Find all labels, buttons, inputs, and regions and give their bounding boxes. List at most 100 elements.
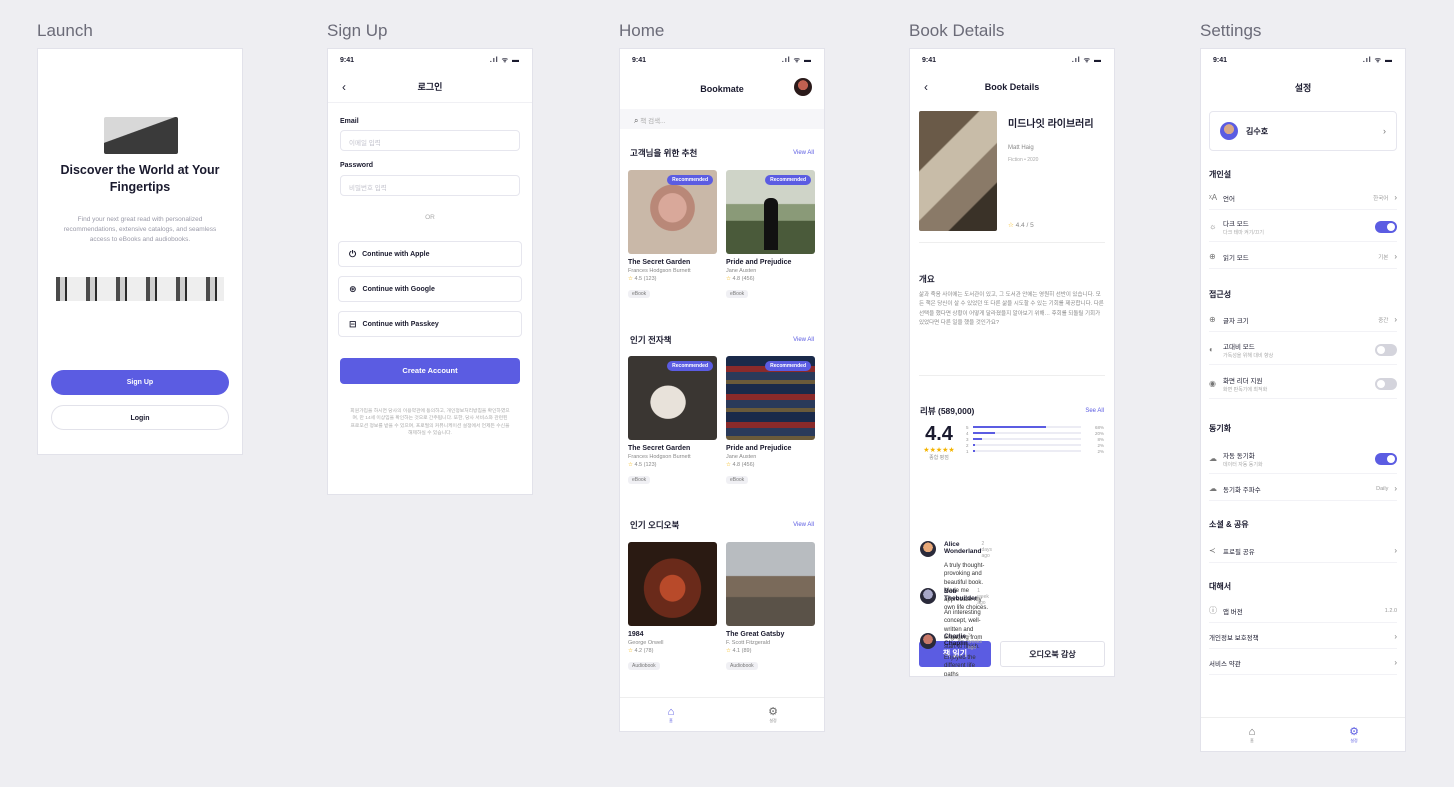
status-icons: .ıl ᯤ ▬: [781, 56, 812, 64]
signup-appbar: ‹ 로그인: [328, 71, 532, 103]
avg-label: 종합 평점: [929, 455, 949, 461]
language-row[interactable]: ᵡA 언어 한국어 ›: [1209, 186, 1397, 210]
terms-text: 회원가입을 하시면 당사의 이용약관에 동의하고, 개인정보처리방침을 확인하였…: [350, 409, 510, 437]
home-icon: ⌂: [1248, 725, 1256, 738]
stars-icon: ★★★★★: [923, 447, 955, 454]
settings-title: 설정: [1294, 82, 1312, 93]
format-chip: Audiobook: [726, 662, 758, 670]
book-card[interactable]: Recommended Pride and Prejudice Jane Aus…: [726, 170, 815, 300]
status-bar: 9:41 .ıl ᯤ ▬: [910, 49, 1114, 71]
book-cover: Recommended: [628, 170, 717, 254]
reviewer-name: Bob Thebuilder: [944, 588, 978, 602]
book-cover: [726, 542, 815, 626]
bottom-nav: ⌂ 홈 ⚙ 설정: [620, 697, 824, 731]
nav-settings[interactable]: ⚙ 설정: [1303, 718, 1405, 751]
dark-mode-toggle[interactable]: [1375, 220, 1397, 233]
status-time: 9:41: [340, 56, 355, 64]
section-about: 대해서: [1209, 582, 1232, 591]
book-author: Frances Hodgson Burnett: [628, 454, 691, 460]
avatar[interactable]: [794, 78, 812, 96]
view-all-link[interactable]: View All: [793, 522, 814, 528]
rating-text: 4.5 (123): [634, 276, 657, 282]
chevron-right-icon: ›: [1394, 658, 1397, 667]
contrast-toggle[interactable]: [1375, 343, 1397, 356]
search-input[interactable]: ⌕ 책 검색...: [620, 109, 824, 129]
email-label: Email: [340, 118, 359, 125]
view-all-link[interactable]: View All: [793, 150, 814, 156]
passkey-button[interactable]: ⊟ Continue with Passkey: [338, 311, 522, 337]
section-heading: 인기 전자책: [630, 335, 672, 345]
audiobook-button[interactable]: 오디오북 감상: [1000, 641, 1105, 667]
distribution-fill: [973, 450, 976, 452]
status-icons: .ıl ᯤ ▬: [1071, 56, 1102, 64]
row-value: 1.2.0: [1384, 607, 1397, 614]
reviewer-name: Alice Wonderland: [944, 541, 982, 555]
row-label: 글자 크기: [1223, 317, 1249, 325]
privacy-row[interactable]: 개인정보 보호정책 ›: [1209, 625, 1397, 649]
book-card[interactable]: Recommended The Secret Garden Frances Ho…: [628, 356, 717, 486]
details-title: Book Details: [984, 82, 1040, 92]
rating-text: 4.8 (456): [732, 462, 755, 468]
book-card[interactable]: Recommended Pride and Prejudice Jane Aus…: [726, 356, 815, 486]
distribution-pct: 20%: [1094, 430, 1104, 436]
book-author: George Orwell: [628, 640, 664, 646]
book-card[interactable]: The Great Gatsby F. Scott Fitzgerald ☆ 4…: [726, 542, 815, 672]
status-time: 9:41: [1213, 56, 1228, 64]
book-cover: Recommended: [726, 356, 815, 440]
terms-row[interactable]: 서비스 약관 ›: [1209, 651, 1397, 675]
eye-icon: ◉: [1209, 379, 1216, 388]
nav-home-label: 홈: [1250, 737, 1254, 743]
font-size-row[interactable]: ⊕ 글자 크기 중간 ›: [1209, 308, 1397, 332]
rating-text: 4.4 / 5: [1015, 222, 1034, 229]
create-account-button[interactable]: Create Account: [340, 358, 520, 384]
sync-frequency-row[interactable]: ☁ 동기화 주파수 Daily ›: [1209, 477, 1397, 501]
book-rating: ☆ 4.2 (78): [628, 648, 717, 654]
screen-reader-toggle[interactable]: [1375, 377, 1397, 390]
reading-mode-row[interactable]: ⊕ 읽기 모드 기본 ›: [1209, 245, 1397, 269]
hero-image: [104, 117, 178, 154]
signup-button[interactable]: Sign Up: [51, 370, 229, 395]
book-card[interactable]: 1984 George Orwell ☆ 4.2 (78) Audiobook: [628, 542, 717, 672]
search-placeholder: 책 검색...: [640, 118, 666, 125]
chevron-right-icon: ›: [1394, 252, 1397, 261]
star-icon: ☆: [726, 276, 731, 282]
auto-sync-toggle[interactable]: [1375, 452, 1397, 465]
view-all-link[interactable]: View All: [793, 337, 814, 343]
nav-home-label: 홈: [669, 717, 673, 723]
apple-button[interactable]: ⏻ Continue with Apple: [338, 241, 522, 267]
bookshelf-image: [56, 277, 224, 301]
book-rating: ☆ 4.8 (456): [726, 276, 815, 282]
overview-text: 삶과 죽음 사이에는 도서관이 있고, 그 도서관 안에는 영원히 선반이 있습…: [919, 292, 1104, 327]
profile-card[interactable]: 김수호 ›: [1209, 111, 1397, 151]
home-screen: 9:41 .ıl ᯤ ▬ Bookmate ⌕ 책 검색... 고객님을 위한 추…: [619, 48, 825, 732]
board-title-home: Home: [619, 21, 665, 40]
format-chip: eBook: [628, 476, 651, 484]
back-icon[interactable]: ‹: [924, 80, 928, 94]
launch-body: Find your next great read with personali…: [63, 216, 217, 243]
reviewer-name: Charlie Chaplin: [944, 633, 968, 647]
chevron-right-icon: ›: [1394, 484, 1397, 493]
google-button[interactable]: ⊛ Continue with Google: [338, 276, 522, 302]
row-value: 한국어: [1373, 195, 1389, 202]
share-profile-row[interactable]: ≺ 프로필 공유 ›: [1209, 539, 1397, 563]
nav-home[interactable]: ⌂ 홈: [620, 698, 722, 731]
row-label: 서비스 약관: [1209, 660, 1241, 668]
nav-home[interactable]: ⌂ 홈: [1201, 718, 1303, 751]
back-icon[interactable]: ‹: [342, 80, 346, 94]
row-value: Daily: [1376, 485, 1389, 492]
book-rating: ☆ 4.1 (89): [726, 648, 815, 654]
settings-screen: 9:41 .ıl ᯤ ▬ 설정 김수호 › 개인설 ᵡA 언어 한국어 › ☼ 다크 모드…: [1200, 48, 1406, 752]
board-title-settings: Settings: [1200, 21, 1262, 40]
nav-settings[interactable]: ⚙ 설정: [722, 698, 824, 731]
figure-silhouette: [764, 198, 778, 250]
status-icons: .ıl ᯤ ▬: [489, 56, 520, 64]
book-rating: ☆ 4.8 (456): [726, 462, 815, 468]
format-chip: eBook: [726, 290, 749, 298]
avatar: [920, 633, 936, 649]
login-button[interactable]: Login: [51, 405, 229, 430]
email-field[interactable]: 이메일 입력: [340, 130, 520, 151]
book-card[interactable]: Recommended The Secret Garden Frances Ho…: [628, 170, 717, 300]
text-size-icon: ⊕: [1209, 315, 1216, 324]
see-all-link[interactable]: See All: [1085, 408, 1104, 414]
password-field[interactable]: 비밀번호 입력: [340, 175, 520, 196]
